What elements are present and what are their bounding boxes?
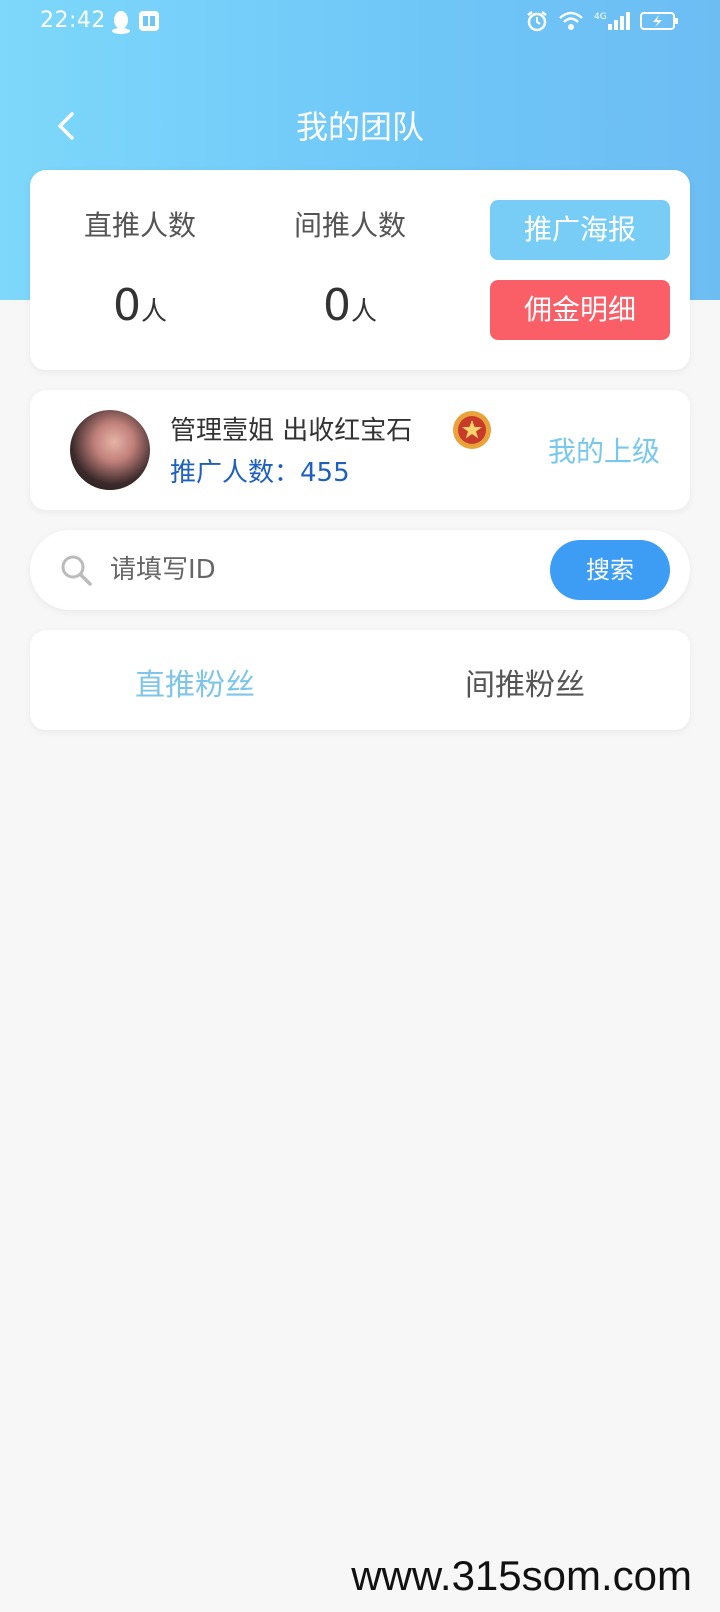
upline-count-value: 455 <box>300 458 350 488</box>
avatar <box>70 410 150 490</box>
direct-count-label: 直推人数 <box>83 209 196 242</box>
upline-card: 管理壹姐 出收红宝石 推广人数：455 我的上级 <box>30 390 690 510</box>
commission-detail-button[interactable]: 佣金明细 <box>490 280 670 340</box>
page-title: 我的团队 <box>295 108 424 146</box>
signal-4g-icon: 4G <box>594 12 630 30</box>
qq-icon <box>112 11 130 34</box>
status-time: 22:42 <box>40 8 106 33</box>
status-bar: 22:42 4G <box>0 0 720 48</box>
battery-charging-icon <box>640 12 678 30</box>
medal-badge-icon <box>453 411 491 449</box>
search-bar: 搜索 <box>30 530 690 610</box>
nav-bar: 我的团队 <box>0 90 720 160</box>
tab-indirect-fans[interactable]: 间推粉丝 <box>360 660 690 704</box>
status-right-icons: 4G <box>526 10 680 32</box>
search-button[interactable]: 搜索 <box>550 540 670 600</box>
upline-name: 管理壹姐 出收红宝石 <box>170 416 413 446</box>
indirect-count-number: 0 <box>322 280 351 331</box>
direct-count-number: 0 <box>112 280 141 331</box>
my-upline-link[interactable]: 我的上级 <box>548 430 660 470</box>
svg-text:4G: 4G <box>594 12 607 22</box>
search-input[interactable] <box>110 548 530 592</box>
direct-count-unit: 人 <box>140 297 167 327</box>
team-stats-card: 直推人数 0人 间推人数 0人 推广海报 佣金明细 <box>30 170 690 370</box>
indirect-count-unit: 人 <box>350 297 377 327</box>
direct-count-value: 0人 <box>30 280 250 331</box>
alarm-icon <box>527 11 547 32</box>
upline-promo-count: 推广人数：455 <box>170 452 350 489</box>
indirect-count-label: 间推人数 <box>293 209 406 242</box>
reader-icon <box>139 11 159 31</box>
fans-tabs: 直推粉丝 间推粉丝 <box>30 630 690 730</box>
search-icon <box>61 555 92 586</box>
wifi-icon <box>559 11 583 30</box>
promo-poster-button[interactable]: 推广海报 <box>490 200 670 260</box>
indirect-count-value: 0人 <box>240 280 460 331</box>
status-left-icons <box>110 10 160 34</box>
tab-direct-fans[interactable]: 直推粉丝 <box>30 660 360 704</box>
upline-count-label: 推广人数： <box>170 458 301 488</box>
watermark: www.315som.com <box>351 1552 692 1599</box>
